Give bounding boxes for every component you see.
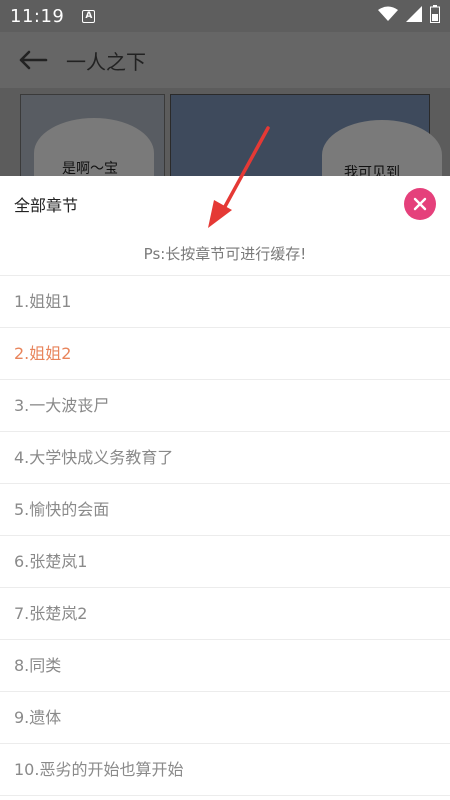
notification-a-icon: A <box>82 9 96 23</box>
cache-hint: Ps:长按章节可进行缓存! <box>0 232 450 276</box>
sheet-title: 全部章节 <box>14 196 79 215</box>
speech-text-right: 我可见到 <box>344 165 400 176</box>
close-icon <box>413 197 427 211</box>
battery-icon <box>430 5 440 27</box>
close-button[interactable] <box>404 188 436 220</box>
wifi-icon <box>378 6 398 26</box>
status-bar: 11:19 A <box>0 0 450 32</box>
chapter-item[interactable]: 5.愉快的会面 <box>0 484 450 536</box>
signal-icon <box>406 6 422 26</box>
page-title: 一人之下 <box>66 49 146 74</box>
chapter-item[interactable]: 4.大学快成义务教育了 <box>0 432 450 484</box>
chapter-list: 1.姐姐1 2.姐姐2 3.一大波丧尸 4.大学快成义务教育了 5.愉快的会面 6.张楚岚… <box>0 276 450 796</box>
chapter-item[interactable]: 10.恶劣的开始也算开始 <box>0 744 450 796</box>
sheet-header: 全部章节 <box>0 176 450 232</box>
status-time: 11:19 <box>10 5 65 27</box>
chapter-item[interactable]: 6.张楚岚1 <box>0 536 450 588</box>
back-button[interactable] <box>18 43 52 77</box>
chapter-item-active[interactable]: 2.姐姐2 <box>0 328 450 380</box>
speech-text-left: 是啊～宝 <box>62 161 118 176</box>
status-icons <box>378 5 440 27</box>
arrow-left-icon <box>19 50 48 70</box>
chapter-sheet: 全部章节 Ps:长按章节可进行缓存! 1.姐姐1 2.姐姐2 3.一大波丧尸 4.大学… <box>0 176 450 800</box>
chapter-item[interactable]: 9.遗体 <box>0 692 450 744</box>
chapter-item[interactable]: 8.同类 <box>0 640 450 692</box>
chapter-item[interactable]: 3.一大波丧尸 <box>0 380 450 432</box>
app-bar: 一人之下 <box>0 32 450 88</box>
chapter-item[interactable]: 1.姐姐1 <box>0 276 450 328</box>
chapter-item[interactable]: 7.张楚岚2 <box>0 588 450 640</box>
comic-page-preview: 是啊～宝 我可见到 <box>0 88 450 176</box>
